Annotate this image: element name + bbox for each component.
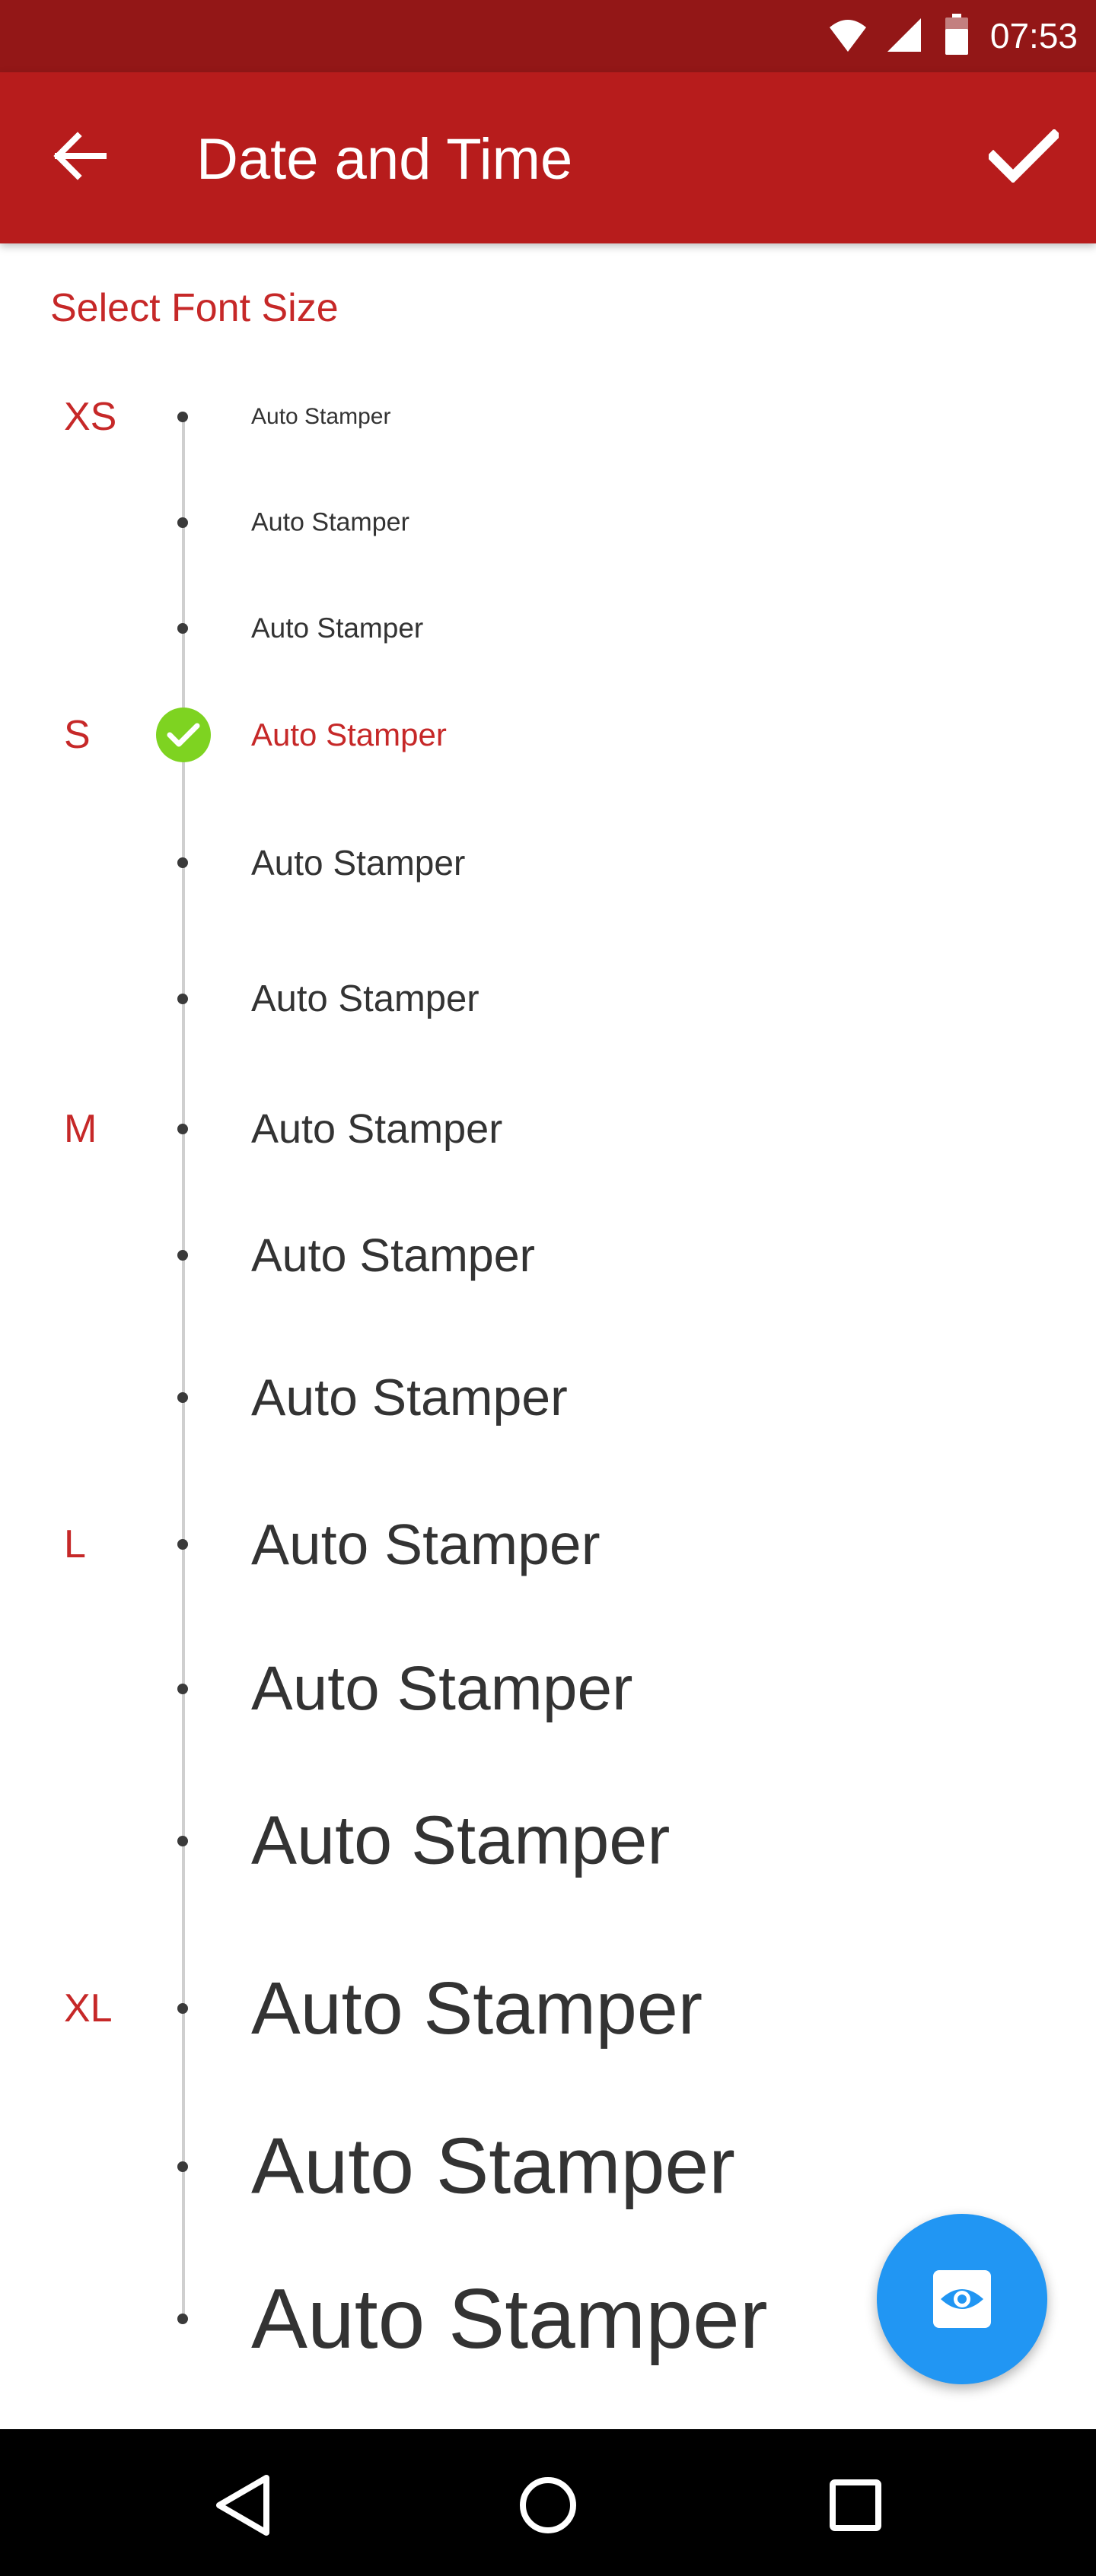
app-bar: Date and Time [0,72,1096,243]
nav-back-button[interactable] [198,2460,289,2551]
nav-home-button[interactable] [502,2460,594,2551]
sample-text: Auto Stamper [251,717,447,752]
recents-square-icon [830,2479,881,2531]
size-dot [177,623,188,634]
sample-text: Auto Stamper [251,2122,735,2211]
category-label-s: S [64,713,91,757]
sample-text: Auto Stamper [251,1106,503,1152]
arrow-left-icon [53,132,107,180]
preview-button[interactable] [877,2214,1047,2384]
size-dot [177,1392,188,1403]
status-time: 07:53 [989,16,1078,56]
sample-text: Auto Stamper [251,978,480,1019]
signal-icon [886,17,922,57]
sample-text: Auto Stamper [251,1369,568,1426]
size-dot [177,1124,188,1134]
size-dot [177,1684,188,1694]
sample-text: Auto Stamper [251,2272,768,2366]
sample-text: Auto Stamper [251,1654,633,1723]
size-dot [177,1250,188,1261]
size-dot [177,1539,188,1550]
battery-icon [945,14,968,59]
sample-text: Auto Stamper [251,1512,601,1576]
category-label-xl: XL [64,1986,113,2031]
sample-text: Auto Stamper [251,1229,535,1281]
category-label-xs: XS [64,395,117,439]
size-dot [177,517,188,528]
category-label-m: M [64,1107,97,1151]
back-button[interactable] [33,110,125,202]
sample-text: Auto Stamper [251,404,391,429]
back-triangle-icon [216,2475,269,2536]
size-dot [177,2161,188,2172]
check-icon [989,129,1059,183]
selected-check-icon [156,708,211,762]
size-dot [177,994,188,1004]
size-dot [177,2314,188,2324]
page-title: Date and Time [196,127,573,192]
eye-icon [933,2270,991,2328]
sample-text: Auto Stamper [251,1802,671,1879]
home-circle-icon [520,2477,576,2533]
size-dot [177,857,188,868]
sample-text: Auto Stamper [251,1967,703,2050]
status-bar: 07:53 [0,0,1096,72]
sample-text: Auto Stamper [251,843,466,883]
system-nav-bar [0,2429,1096,2576]
nav-recents-button[interactable] [810,2460,901,2551]
category-label-l: L [64,1522,86,1566]
section-label: Select Font Size [50,286,339,330]
sample-text: Auto Stamper [251,612,424,644]
size-dot [177,1836,188,1846]
wifi-icon [828,17,868,57]
sample-text: Auto Stamper [251,507,409,537]
size-dot [177,412,188,422]
size-dot [177,2003,188,2014]
confirm-button[interactable] [974,110,1073,202]
timeline-line [182,417,185,2320]
